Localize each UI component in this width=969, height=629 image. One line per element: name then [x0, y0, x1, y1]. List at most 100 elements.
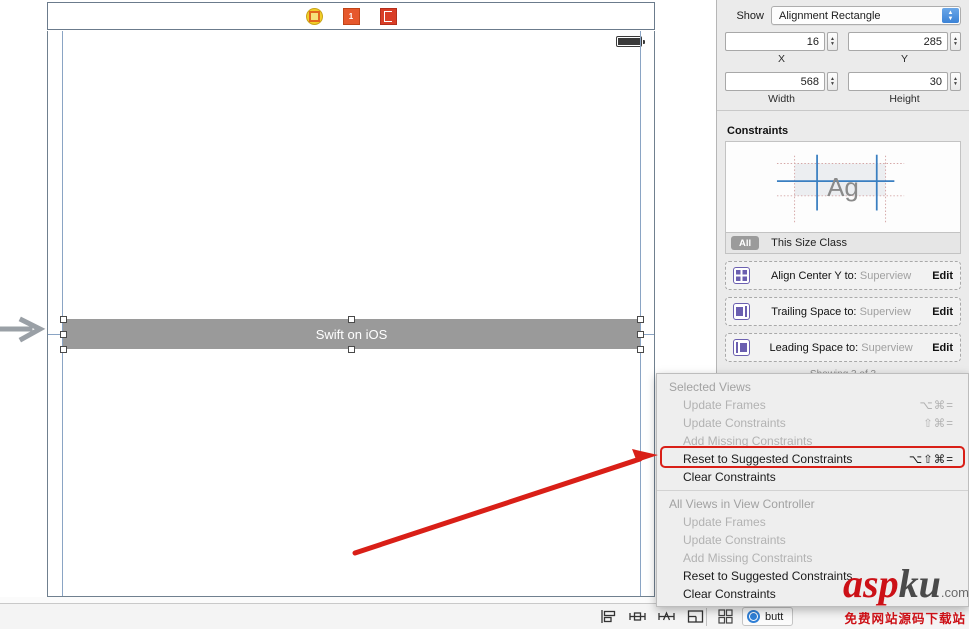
- resize-handle-top-center[interactable]: [348, 315, 355, 323]
- view-controller-breadcrumb-icon: [747, 610, 760, 623]
- resolve-auto-layout-issues-menu[interactable]: Selected Views Update Frames ⌥⌘= Update …: [656, 373, 969, 607]
- embed-in-icon[interactable]: [687, 609, 704, 624]
- resolve-issues-icon[interactable]: [658, 609, 675, 624]
- resize-handle-top-left[interactable]: [59, 315, 67, 323]
- menu-item-shortcut: ⌥⇧⌘=: [908, 454, 954, 466]
- constraint-row-trailing-space[interactable]: Trailing Space to: Superview Edit: [725, 297, 961, 326]
- breadcrumb[interactable]: butt: [742, 607, 794, 626]
- xy-field-grid: 16 ▲ ▼ X 285 ▲ ▼ Y: [717, 32, 969, 65]
- menu-item-label: Reset to Suggested Constraints: [683, 569, 853, 583]
- menu-item-label: Update Frames: [683, 515, 766, 529]
- height-field-cell: 30 ▲ ▼ Height: [848, 72, 961, 105]
- chevron-updown-icon[interactable]: ▲ ▼: [942, 8, 959, 23]
- y-field[interactable]: 285: [848, 32, 948, 51]
- menu-item-shortcut: ⇧⌘=: [923, 418, 954, 430]
- menu-separator: [657, 490, 968, 491]
- show-row: Show Alignment Rectangle ▲ ▼: [717, 6, 969, 25]
- menu-item-label: Clear Constraints: [683, 587, 776, 601]
- menu-item-update-frames-all[interactable]: Update Frames: [657, 513, 968, 531]
- constraint-row-align-center-y[interactable]: Align Center Y to: Superview Edit: [725, 261, 961, 290]
- resize-handle-bottom-center[interactable]: [348, 345, 355, 353]
- menu-item-label: Update Constraints: [683, 416, 786, 430]
- resize-handle-bottom-right[interactable]: [636, 345, 644, 353]
- menu-item-update-frames-selected[interactable]: Update Frames ⌥⌘=: [657, 396, 968, 414]
- edit-button-leading-space[interactable]: Edit: [932, 342, 953, 354]
- menu-item-label: Update Constraints: [683, 533, 786, 547]
- menu-item-label: Add Missing Constraints: [683, 434, 813, 448]
- show-popup-button[interactable]: Alignment Rectangle ▲ ▼: [771, 6, 961, 25]
- y-field-cell: 285 ▲ ▼ Y: [848, 32, 961, 65]
- height-stepper[interactable]: ▲ ▼: [950, 72, 961, 91]
- pin-icon[interactable]: [629, 609, 646, 624]
- this-size-class-label[interactable]: This Size Class: [771, 237, 847, 249]
- edit-button-align-center-y[interactable]: Edit: [932, 270, 953, 282]
- constraint-label-align-center-y: Align Center Y to: Superview: [750, 270, 932, 282]
- menu-item-label: Add Missing Constraints: [683, 551, 813, 565]
- all-size-classes-pill[interactable]: All: [731, 236, 760, 250]
- y-caption: Y: [900, 53, 908, 65]
- constraint-label-leading-space: Leading Space to: Superview: [750, 342, 932, 354]
- menu-item-update-constraints-selected[interactable]: Update Constraints ⇧⌘=: [657, 414, 968, 432]
- view-as-grid-icon[interactable]: [718, 609, 733, 624]
- size-field-grid: 568 ▲ ▼ Width 30 ▲ ▼ Height: [717, 72, 969, 105]
- align-icon[interactable]: [600, 609, 617, 624]
- constraint-title: Align Center Y to:: [770, 269, 857, 282]
- auto-layout-tool-group: [600, 609, 704, 624]
- inspector-divider: [717, 110, 969, 111]
- menu-item-reset-to-suggested-constraints-all[interactable]: Reset to Suggested Constraints: [657, 567, 968, 585]
- selected-label-view[interactable]: Swift on iOS: [63, 319, 640, 349]
- menu-item-shortcut: ⌥⌘=: [919, 400, 954, 412]
- menu-item-add-missing-constraints-selected[interactable]: Add Missing Constraints: [657, 432, 968, 450]
- resize-handle-middle-left[interactable]: [59, 330, 67, 338]
- selected-view-text: Swift on iOS: [315, 326, 388, 342]
- leading-space-icon: [733, 339, 750, 356]
- resize-handle-top-right[interactable]: [636, 315, 644, 323]
- constraint-diagram[interactable]: Ag: [725, 141, 961, 233]
- constraint-title: Trailing Space to:: [771, 305, 857, 318]
- x-field-cell: 16 ▲ ▼ X: [725, 32, 838, 65]
- x-stepper[interactable]: ▲ ▼: [827, 32, 838, 51]
- width-field-cell: 568 ▲ ▼ Width: [725, 72, 838, 105]
- constraints-size-class-bar[interactable]: All This Size Class: [725, 233, 961, 254]
- width-field[interactable]: 568: [725, 72, 825, 91]
- constraint-label-trailing-space: Trailing Space to: Superview: [750, 306, 932, 318]
- menu-item-label: Clear Constraints: [683, 470, 776, 484]
- battery-icon: [616, 36, 645, 47]
- resize-handle-middle-right[interactable]: [636, 330, 644, 338]
- menu-item-update-constraints-all[interactable]: Update Constraints: [657, 531, 968, 549]
- menu-item-label: Reset to Suggested Constraints: [683, 452, 853, 466]
- scene-dock[interactable]: 1: [47, 2, 655, 30]
- menu-item-label: Update Frames: [683, 398, 766, 412]
- constraint-diagram-glyph: Ag: [827, 171, 859, 202]
- menu-header-selected-views: Selected Views: [669, 380, 751, 394]
- first-responder-icon[interactable]: 1: [342, 7, 360, 25]
- y-stepper[interactable]: ▲ ▼: [950, 32, 961, 51]
- width-stepper[interactable]: ▲ ▼: [827, 72, 838, 91]
- menu-item-clear-constraints-all[interactable]: Clear Constraints: [657, 585, 968, 603]
- height-field[interactable]: 30: [848, 72, 948, 91]
- device-view-frame[interactable]: Swift on iOS: [47, 31, 655, 597]
- constraint-row-leading-space[interactable]: Leading Space to: Superview Edit: [725, 333, 961, 362]
- show-label: Show: [736, 9, 764, 22]
- toolbar-separator: [706, 608, 707, 626]
- x-field[interactable]: 16: [725, 32, 825, 51]
- edit-button-trailing-space[interactable]: Edit: [932, 306, 953, 318]
- width-caption: Width: [768, 93, 795, 105]
- menu-item-add-missing-constraints-all[interactable]: Add Missing Constraints: [657, 549, 968, 567]
- resize-handle-bottom-left[interactable]: [59, 345, 67, 353]
- align-center-y-icon: [733, 267, 750, 284]
- interface-builder-canvas[interactable]: 1 Swift on iOS wAny hAny: [0, 0, 716, 629]
- breadcrumb-label: butt: [765, 610, 784, 623]
- menu-item-clear-constraints-selected[interactable]: Clear Constraints: [657, 468, 968, 486]
- menu-item-reset-to-suggested-constraints-selected[interactable]: Reset to Suggested Constraints ⌥⇧⌘=: [657, 450, 968, 468]
- x-caption: X: [777, 53, 785, 65]
- show-popup-value: Alignment Rectangle: [779, 9, 881, 22]
- constraints-section: Constraints Ag All This Size Class Align…: [717, 125, 969, 380]
- exit-icon[interactable]: [379, 7, 397, 25]
- trailing-space-icon: [733, 303, 750, 320]
- view-controller-icon[interactable]: [305, 7, 323, 25]
- trailing-guide-line: [640, 31, 641, 596]
- constraint-target: Superview: [861, 341, 913, 354]
- constraint-target: Superview: [859, 305, 911, 318]
- menu-header-all-views: All Views in View Controller: [669, 497, 815, 511]
